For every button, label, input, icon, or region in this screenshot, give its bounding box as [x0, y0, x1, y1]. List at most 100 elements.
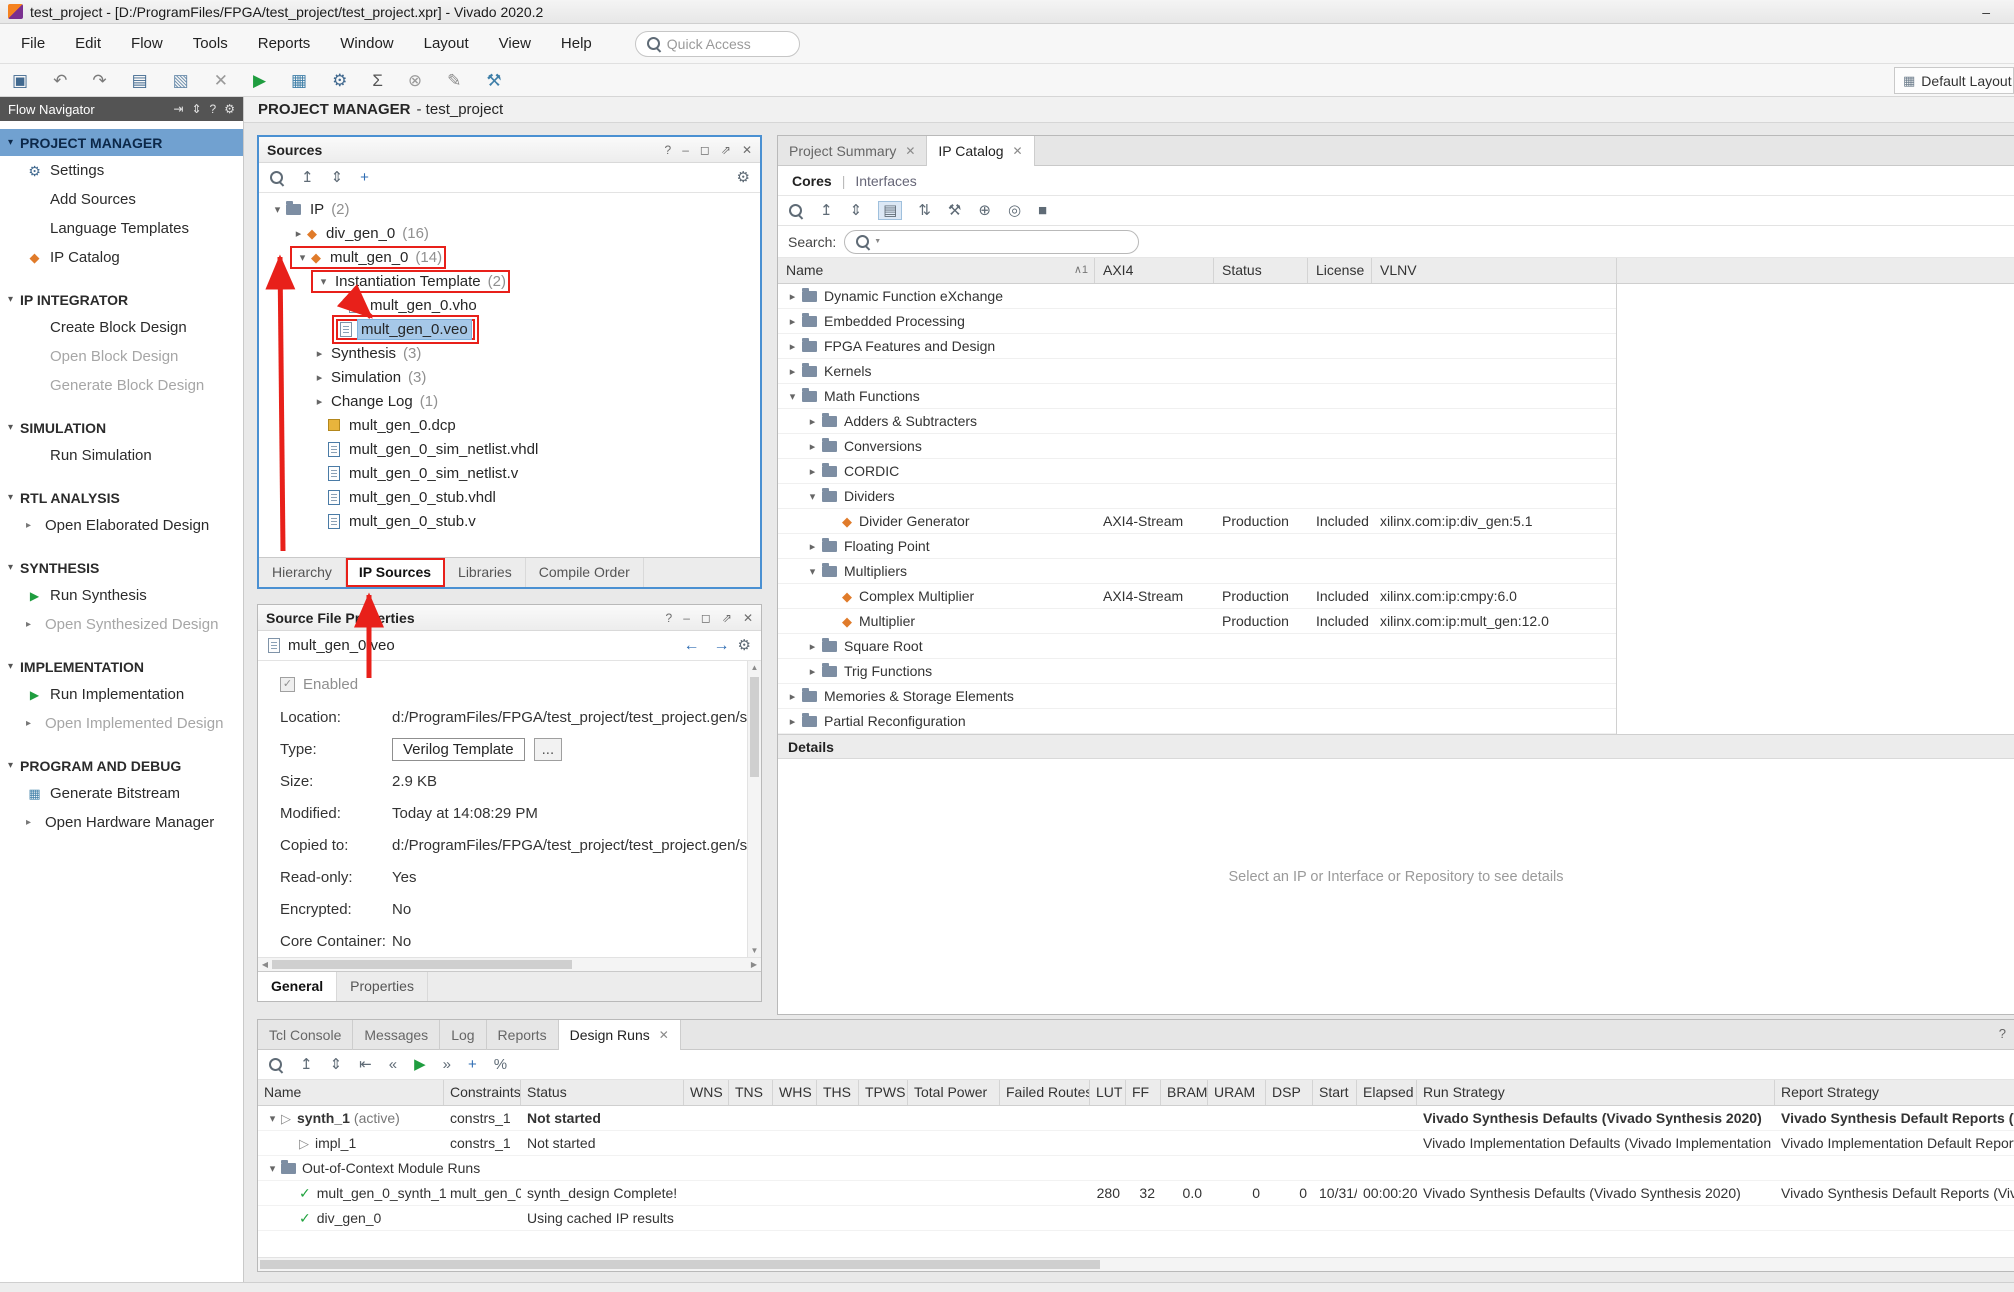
sum-icon[interactable]: Σ [372, 72, 383, 89]
forward-icon[interactable]: → [714, 637, 730, 655]
flow-item-open-block-design[interactable]: Open Block Design [0, 342, 243, 371]
chevron-down-icon[interactable]: ▾ [784, 390, 801, 403]
column-header-tpws[interactable]: TPWS [859, 1080, 908, 1105]
web-icon[interactable]: ◎ [1008, 203, 1021, 218]
help-icon[interactable]: ? [210, 102, 217, 116]
run-row-impl-1[interactable]: ▷impl_1constrs_1Not startedVivado Implem… [258, 1131, 2014, 1156]
flow-section-header-program-and-debug[interactable]: ▾PROGRAM AND DEBUG [0, 752, 243, 779]
column-header-status[interactable]: Status [1214, 258, 1308, 283]
expand-all-icon[interactable]: ⇕ [850, 203, 863, 218]
tree-item-mult-gen-0-dcp[interactable]: mult_gen_0.dcp [259, 413, 760, 437]
chevron-right-icon[interactable]: ▸ [311, 371, 328, 384]
gear-icon[interactable]: ⚙ [224, 102, 235, 116]
scrollbar-thumb[interactable] [272, 960, 572, 969]
tree-item-mult-gen-0-sim-netlist-vhdl[interactable]: mult_gen_0_sim_netlist.vhdl [259, 437, 760, 461]
flow-item-add-sources[interactable]: Add Sources [0, 185, 243, 214]
undo-icon[interactable]: ↶ [53, 72, 67, 89]
expand-all-icon[interactable]: ⇕ [331, 170, 344, 185]
flow-item-settings[interactable]: ⚙Settings [0, 156, 243, 185]
flow-item-open-synthesized-design[interactable]: ▸Open Synthesized Design [0, 610, 243, 639]
tab-ip-catalog[interactable]: IP Catalog✕ [927, 136, 1034, 166]
tree-item-simulation[interactable]: ▸Simulation(3) [259, 365, 760, 389]
flow-section-header-synthesis[interactable]: ▾SYNTHESIS [0, 554, 243, 581]
customize-icon[interactable]: ⚒ [948, 203, 961, 218]
close-icon[interactable]: ✕ [905, 144, 915, 158]
column-header-name[interactable]: Name [258, 1080, 444, 1105]
run-row-synth-1[interactable]: ▾▷synth_1 (active)constrs_1Not startedVi… [258, 1106, 2014, 1131]
vertical-scrollbar[interactable]: ▲ ▼ [747, 661, 761, 957]
percent-icon[interactable]: % [494, 1057, 507, 1072]
save-icon[interactable]: ▣ [12, 72, 28, 89]
tree-item-div-gen-0[interactable]: ▸◆div_gen_0(16) [259, 221, 760, 245]
float-icon[interactable]: ◻ [701, 611, 711, 625]
tab-project-summary[interactable]: Project Summary✕ [778, 136, 927, 166]
chevron-right-icon[interactable]: ▸ [784, 715, 801, 728]
chevron-right-icon[interactable]: ▸ [784, 690, 801, 703]
column-header-failed-routes[interactable]: Failed Routes [1000, 1080, 1090, 1105]
column-header-dsp[interactable]: DSP [1266, 1080, 1313, 1105]
catalog-row-dividers[interactable]: ▾Dividers [778, 484, 1616, 509]
run-row-div-gen-0[interactable]: ✓div_gen_0Using cached IP results [258, 1206, 2014, 1231]
dashboard-icon[interactable]: ▦ [291, 72, 307, 89]
chevron-down-icon[interactable]: ▾ [269, 203, 286, 216]
subtab-interfaces[interactable]: Interfaces [855, 173, 916, 189]
tab-properties[interactable]: Properties [337, 972, 428, 1001]
unlink-icon[interactable]: ⊗ [408, 72, 422, 89]
maximize-icon[interactable]: ⇗ [721, 143, 731, 157]
flow-section-header-project-manager[interactable]: ▾PROJECT MANAGER [0, 129, 243, 156]
settings-gear-icon[interactable]: ⚙ [332, 72, 347, 89]
chevron-right-icon[interactable]: ▸ [804, 440, 821, 453]
debug-icon[interactable]: ⚒ [486, 72, 501, 89]
chevron-right-icon[interactable]: ▸ [804, 640, 821, 653]
flow-item-create-block-design[interactable]: Create Block Design [0, 313, 243, 342]
column-header-lut[interactable]: LUT [1090, 1080, 1126, 1105]
catalog-row-trig-functions[interactable]: ▸Trig Functions [778, 659, 1616, 684]
flow-item-open-hardware-manager[interactable]: ▸Open Hardware Manager [0, 808, 243, 837]
gear-icon[interactable]: ⚙ [738, 638, 751, 653]
flow-item-open-implemented-design[interactable]: ▸Open Implemented Design [0, 709, 243, 738]
flow-item-generate-block-design[interactable]: Generate Block Design [0, 371, 243, 400]
scroll-right-icon[interactable]: ▶ [747, 958, 761, 971]
help-icon[interactable]: ? [665, 143, 672, 157]
column-header-wns[interactable]: WNS [684, 1080, 729, 1105]
column-header-name[interactable]: Name∧1 [778, 258, 1095, 283]
tab-design-runs[interactable]: Design Runs✕ [559, 1020, 681, 1050]
sort-icon[interactable]: ⇅ [918, 203, 931, 218]
chevron-down-icon[interactable]: ▾ [804, 490, 821, 503]
menu-file[interactable]: File [6, 35, 60, 52]
run-icon[interactable]: ▶ [414, 1057, 426, 1072]
expand-collapse-icon[interactable]: ⇕ [191, 102, 201, 116]
close-icon[interactable]: ✕ [659, 1028, 669, 1042]
help-icon[interactable]: ? [666, 611, 673, 625]
float-icon[interactable]: ◻ [700, 143, 710, 157]
add-repository-icon[interactable]: ⊕ [978, 203, 991, 218]
edit-icon[interactable]: ✎ [447, 72, 461, 89]
maximize-icon[interactable]: ⇗ [722, 611, 732, 625]
scrollbar-thumb[interactable] [750, 677, 759, 777]
flow-section-header-rtl-analysis[interactable]: ▾RTL ANALYSIS [0, 484, 243, 511]
catalog-row-math-functions[interactable]: ▾Math Functions [778, 384, 1616, 409]
menu-flow[interactable]: Flow [116, 35, 178, 52]
scrollbar-thumb[interactable] [260, 1260, 1100, 1269]
chevron-right-icon[interactable]: ▸ [804, 540, 821, 553]
chevron-right-icon[interactable]: ▸ [784, 315, 801, 328]
enabled-checkbox[interactable]: ✓ [280, 677, 295, 692]
menu-view[interactable]: View [484, 35, 546, 52]
horizontal-scrollbar[interactable] [258, 1257, 2014, 1271]
catalog-row-embedded-processing[interactable]: ▸Embedded Processing [778, 309, 1616, 334]
column-header-run-strategy[interactable]: Run Strategy [1417, 1080, 1775, 1105]
chevron-down-icon[interactable]: ▾ [264, 1162, 281, 1175]
flow-item-run-simulation[interactable]: Run Simulation [0, 441, 243, 470]
catalog-row-floating-point[interactable]: ▸Floating Point [778, 534, 1616, 559]
column-header-elapsed[interactable]: Elapsed [1357, 1080, 1417, 1105]
type-combo[interactable]: Verilog Template [392, 738, 525, 761]
menu-layout[interactable]: Layout [409, 35, 484, 52]
chevron-down-icon[interactable]: ▾ [315, 275, 332, 288]
tab-libraries[interactable]: Libraries [445, 558, 526, 587]
flow-item-ip-catalog[interactable]: ◆IP Catalog [0, 243, 243, 272]
forward-icon[interactable]: » [443, 1057, 451, 1072]
chevron-down-icon[interactable]: ▾ [294, 251, 311, 264]
flow-item-language-templates[interactable]: Language Templates [0, 214, 243, 243]
column-header-start[interactable]: Start [1313, 1080, 1357, 1105]
column-header-ff[interactable]: FF [1126, 1080, 1161, 1105]
